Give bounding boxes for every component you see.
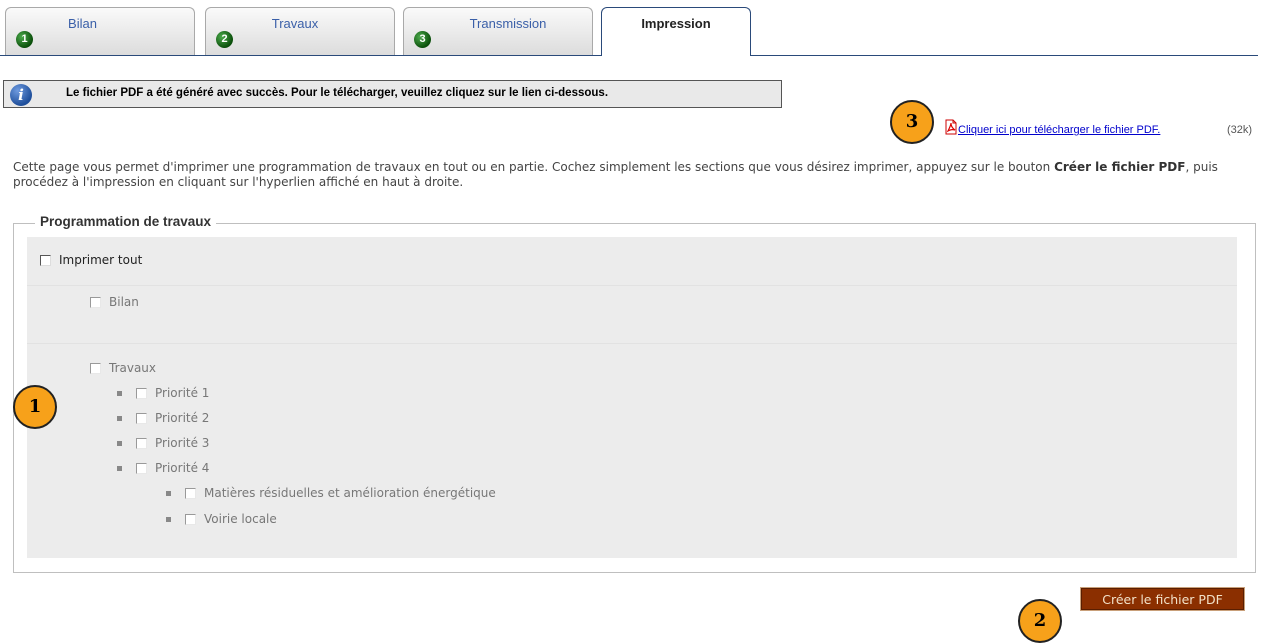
tab-bilan[interactable]: 1 Bilan — [5, 7, 195, 55]
bullet-icon — [166, 490, 171, 496]
tab-label: Impression — [641, 16, 711, 31]
tab-impression[interactable]: Impression — [601, 7, 751, 56]
priority-3-option[interactable]: Priorité 3 — [117, 436, 209, 450]
bullet-icon — [117, 390, 122, 396]
bullet-icon — [117, 440, 122, 446]
priority-3-label: Priorité 3 — [155, 436, 210, 450]
description-bold: Créer le fichier PDF — [1054, 160, 1186, 174]
tab-travaux[interactable]: 2 Travaux — [205, 7, 395, 55]
tab-bar: 1 Bilan 2 Travaux 3 Transmission Impress… — [0, 0, 1258, 56]
callout-1: 1 — [13, 385, 57, 429]
priority-1-label: Priorité 1 — [155, 386, 210, 400]
success-message-text: Le fichier PDF a été généré avec succès.… — [66, 87, 609, 99]
page-description: Cette page vous permet d'imprimer une pr… — [13, 160, 1243, 190]
sub-priority-option[interactable]: Matières résiduelles et amélioration éne… — [166, 486, 496, 500]
priority-2-option[interactable]: Priorité 2 — [117, 411, 209, 425]
voirie-locale-checkbox[interactable] — [185, 513, 196, 525]
success-message-bar: i Le fichier PDF a été généré avec succè… — [3, 80, 782, 108]
travaux-checkbox[interactable] — [90, 362, 101, 374]
step-2-icon: 2 — [216, 31, 233, 48]
print-all-option[interactable]: Imprimer tout — [40, 253, 142, 267]
bullet-icon — [117, 415, 122, 421]
tab-transmission[interactable]: 3 Transmission — [403, 7, 593, 55]
info-icon: i — [10, 84, 32, 106]
voirie-locale-label: Voirie locale — [204, 512, 277, 526]
file-size: (32k) — [1227, 124, 1253, 136]
matieres-residuelles-label: Matières résiduelles et amélioration éne… — [204, 486, 496, 500]
tab-label: Travaux — [271, 16, 319, 31]
print-all-label: Imprimer tout — [59, 253, 143, 267]
step-3-icon: 3 — [414, 31, 431, 48]
priority-2-label: Priorité 2 — [155, 411, 210, 425]
print-all-checkbox[interactable] — [40, 254, 51, 266]
bilan-checkbox[interactable] — [90, 296, 101, 308]
priority-1-option[interactable]: Priorité 1 — [117, 386, 209, 400]
create-pdf-button[interactable]: Créer le fichier PDF — [1080, 587, 1245, 611]
priority-4-option[interactable]: Priorité 4 — [117, 461, 209, 475]
callout-3: 3 — [890, 100, 934, 144]
section-bilan — [27, 285, 1237, 343]
description-text: Cette page vous permet d'imprimer une pr… — [13, 160, 1055, 174]
fieldset-legend: Programmation de travaux — [35, 214, 217, 229]
priority-1-checkbox[interactable] — [136, 387, 147, 399]
matieres-residuelles-checkbox[interactable] — [185, 487, 196, 499]
pdf-icon[interactable] — [943, 119, 959, 135]
priority-4-label: Priorité 4 — [155, 461, 210, 475]
priority-3-checkbox[interactable] — [136, 437, 147, 449]
download-pdf-link[interactable]: Cliquer ici pour télécharger le fichier … — [958, 124, 1160, 136]
step-1-icon: 1 — [16, 31, 33, 48]
callout-2: 2 — [1018, 599, 1062, 643]
priority-4-checkbox[interactable] — [136, 462, 147, 474]
bilan-option[interactable]: Bilan — [90, 295, 139, 309]
travaux-option[interactable]: Travaux — [90, 361, 156, 375]
travaux-label: Travaux — [109, 361, 157, 375]
tab-label: Transmission — [469, 16, 547, 31]
sub-priority-option[interactable]: Voirie locale — [166, 512, 277, 526]
tab-label: Bilan — [68, 16, 97, 31]
priority-2-checkbox[interactable] — [136, 412, 147, 424]
bullet-icon — [166, 516, 171, 522]
section-print-all — [27, 237, 1237, 285]
bilan-label: Bilan — [109, 295, 139, 309]
bullet-icon — [117, 465, 122, 471]
